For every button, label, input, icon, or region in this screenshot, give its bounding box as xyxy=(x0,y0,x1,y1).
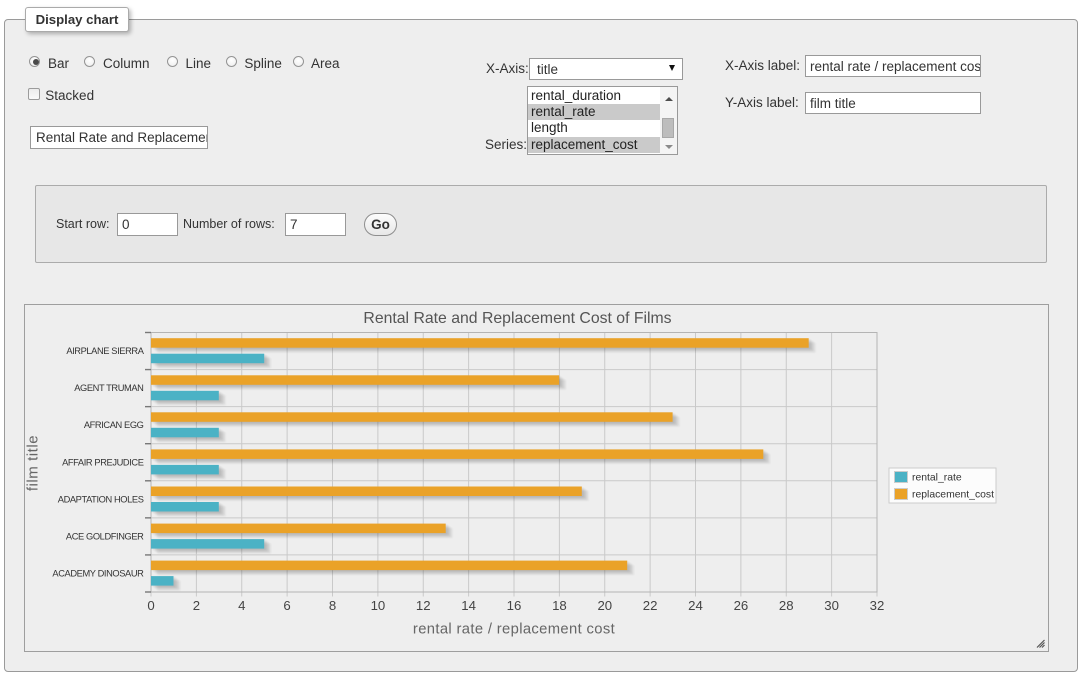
svg-text:2: 2 xyxy=(193,598,200,613)
svg-text:18: 18 xyxy=(552,598,567,613)
svg-text:replacement_cost: replacement_cost xyxy=(912,490,994,501)
svg-text:rental rate / replacement cost: rental rate / replacement cost xyxy=(413,621,615,637)
svg-text:30: 30 xyxy=(824,598,839,613)
svg-text:AFRICAN EGG: AFRICAN EGG xyxy=(84,420,144,430)
svg-text:22: 22 xyxy=(643,598,658,613)
svg-text:0: 0 xyxy=(147,598,154,613)
svg-text:ACE GOLDFINGER: ACE GOLDFINGER xyxy=(66,532,144,542)
svg-text:14: 14 xyxy=(461,598,476,613)
svg-text:ADAPTATION HOLES: ADAPTATION HOLES xyxy=(58,494,144,504)
svg-text:24: 24 xyxy=(688,598,703,613)
svg-text:ACADEMY DINOSAUR: ACADEMY DINOSAUR xyxy=(52,569,144,579)
svg-text:4: 4 xyxy=(238,598,245,613)
svg-text:32: 32 xyxy=(870,598,885,613)
svg-text:8: 8 xyxy=(329,598,336,613)
svg-text:film title: film title xyxy=(25,435,42,491)
svg-text:16: 16 xyxy=(507,598,522,613)
svg-text:26: 26 xyxy=(734,598,749,613)
svg-text:12: 12 xyxy=(416,598,431,613)
svg-text:20: 20 xyxy=(597,598,612,613)
svg-text:28: 28 xyxy=(779,598,794,613)
svg-text:Rental Rate and Replacement Co: Rental Rate and Replacement Cost of Film… xyxy=(363,310,671,327)
svg-text:rental_rate: rental_rate xyxy=(912,473,962,484)
svg-text:AFFAIR PREJUDICE: AFFAIR PREJUDICE xyxy=(62,457,144,467)
svg-text:6: 6 xyxy=(283,598,290,613)
svg-text:AIRPLANE SIERRA: AIRPLANE SIERRA xyxy=(66,346,144,356)
svg-text:10: 10 xyxy=(371,598,386,613)
svg-text:AGENT TRUMAN: AGENT TRUMAN xyxy=(74,383,143,393)
